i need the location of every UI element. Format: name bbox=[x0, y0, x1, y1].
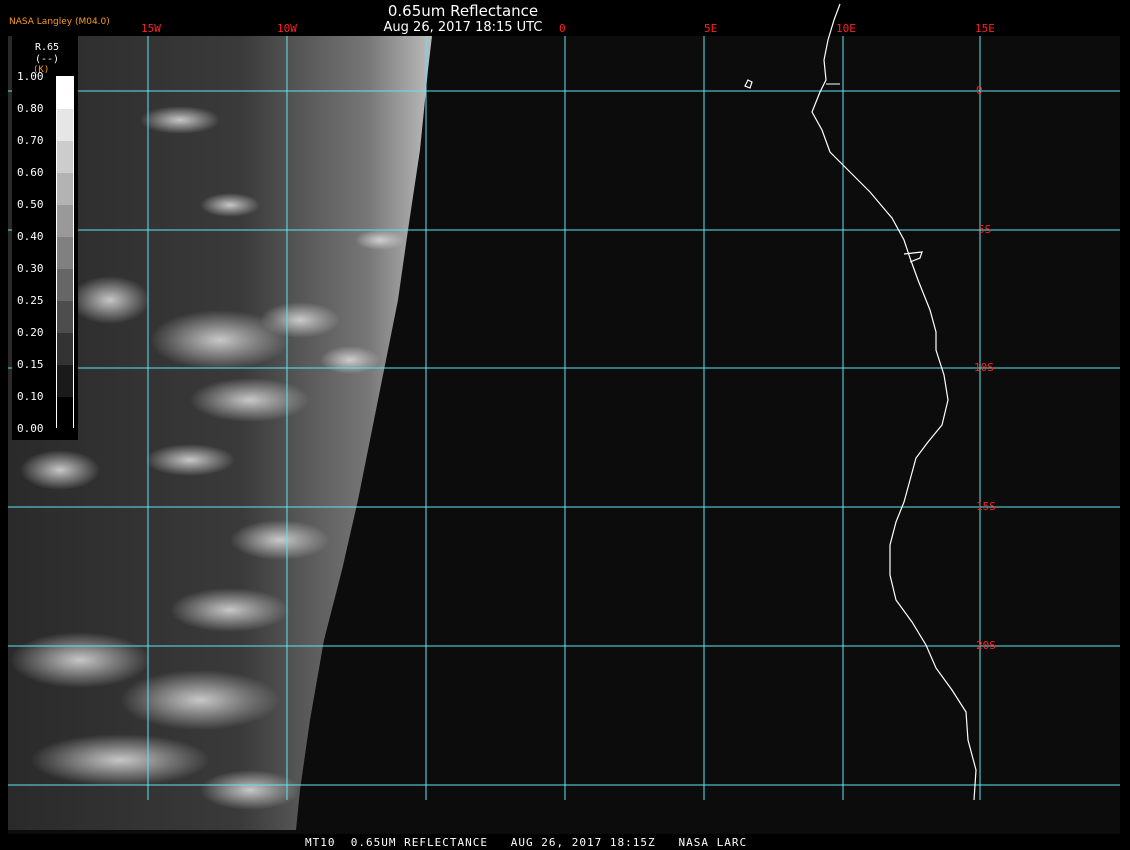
org-label: NASA Langley (M04.0) bbox=[9, 17, 110, 27]
legend-tick-label: 0.80 bbox=[17, 102, 44, 115]
lon-label-10w: 10W bbox=[277, 22, 297, 35]
legend-variable: R.65 bbox=[35, 42, 60, 53]
legend-swatch bbox=[57, 205, 73, 237]
legend-tick-label: 0.30 bbox=[17, 262, 44, 275]
legend-swatch bbox=[57, 141, 73, 173]
lon-label-5e: 5E bbox=[704, 22, 718, 35]
legend-tick-label: 0.70 bbox=[17, 134, 44, 147]
legend-swatch bbox=[57, 269, 73, 301]
map-title: 0.65um Reflectance bbox=[387, 2, 539, 20]
legend-swatch bbox=[57, 301, 73, 333]
color-legend: R.65 (--) (K) 1.00 0.80 0.70 0.60 0.50 0.40 0.… bbox=[12, 36, 78, 440]
legend-swatch bbox=[57, 333, 73, 365]
lon-label-15e: 15E bbox=[975, 22, 995, 35]
footer-caption: MT10 0.65UM REFLECTANCE AUG 26, 2017 18:… bbox=[305, 836, 748, 849]
legend-colorbar bbox=[56, 76, 74, 429]
lat-label-0: 0 bbox=[976, 84, 983, 97]
legend-units: (--) bbox=[35, 54, 60, 65]
legend-tick-label: 0.20 bbox=[17, 326, 44, 339]
legend-swatch bbox=[57, 365, 73, 397]
legend-swatch bbox=[57, 173, 73, 205]
legend-tick-label: 0.15 bbox=[17, 358, 44, 371]
lat-label-5s: 5S bbox=[978, 223, 992, 236]
lat-label-15s: 15S bbox=[976, 500, 996, 513]
legend-tick-label: 1.00 bbox=[17, 70, 44, 83]
legend-tick-label: 0.00 bbox=[17, 422, 44, 435]
legend-tick-label: 0.50 bbox=[17, 198, 44, 211]
legend-tick-label: 0.60 bbox=[17, 166, 44, 179]
legend-swatch bbox=[57, 397, 73, 429]
satellite-map bbox=[8, 3, 1120, 834]
legend-tick-label: 0.10 bbox=[17, 390, 44, 403]
lon-label-0: 0 bbox=[559, 22, 566, 35]
legend-swatch bbox=[57, 109, 73, 141]
lon-label-15w: 15W bbox=[141, 22, 161, 35]
legend-swatch bbox=[57, 237, 73, 269]
legend-tick-label: 0.40 bbox=[17, 230, 44, 243]
lat-label-20s: 20S bbox=[976, 639, 996, 652]
lon-label-10e: 10E bbox=[836, 22, 856, 35]
lat-label-10s: 10S bbox=[974, 361, 994, 374]
legend-swatch bbox=[57, 77, 73, 109]
legend-tick-label: 0.25 bbox=[17, 294, 44, 307]
